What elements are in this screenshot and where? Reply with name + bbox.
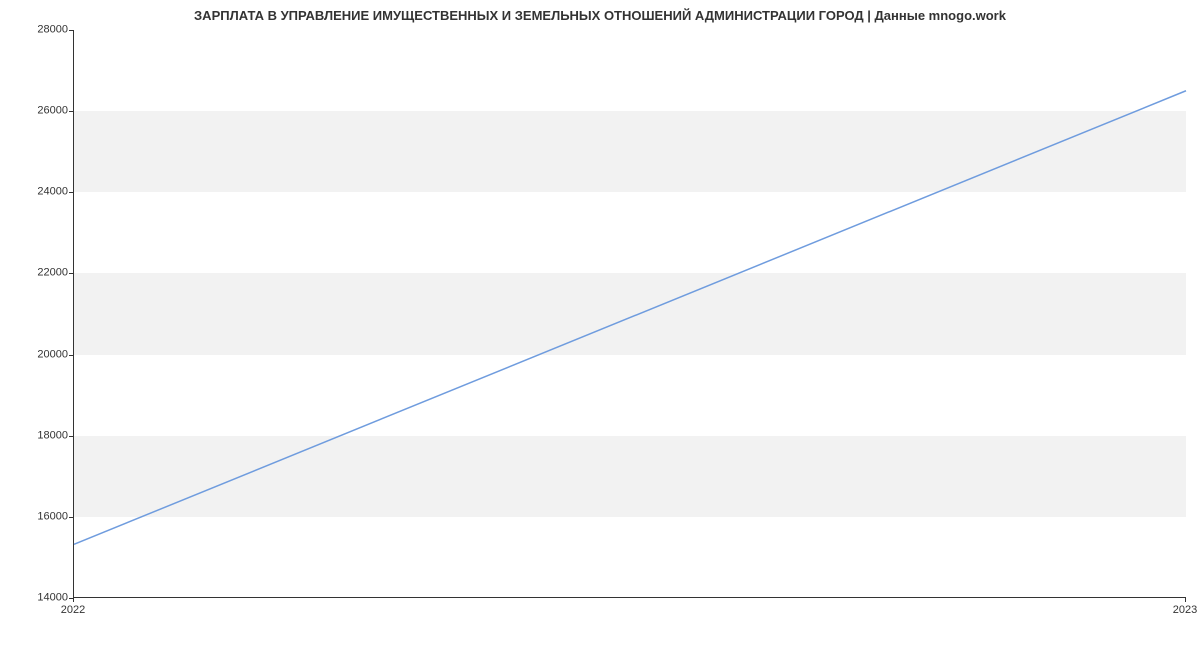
y-tick-label: 16000	[28, 511, 68, 522]
x-tick-label: 2022	[61, 604, 85, 616]
y-tick-label: 26000	[28, 106, 68, 117]
x-tick-label: 2023	[1173, 604, 1197, 616]
x-tick-mark	[73, 598, 74, 602]
y-tick-label: 14000	[28, 593, 68, 604]
y-tick-mark	[69, 436, 73, 437]
y-tick-mark	[69, 192, 73, 193]
plot-area	[73, 30, 1186, 598]
chart-title: ЗАРПЛАТА В УПРАВЛЕНИЕ ИМУЩЕСТВЕННЫХ И ЗЕ…	[0, 8, 1200, 23]
y-tick-label: 22000	[28, 268, 68, 279]
y-tick-label: 20000	[28, 349, 68, 360]
x-tick-mark	[1185, 598, 1186, 602]
y-tick-label: 24000	[28, 187, 68, 198]
y-tick-mark	[69, 517, 73, 518]
y-tick-label: 28000	[28, 25, 68, 36]
y-tick-mark	[69, 30, 73, 31]
y-tick-mark	[69, 355, 73, 356]
y-tick-mark	[69, 111, 73, 112]
y-tick-label: 18000	[28, 430, 68, 441]
data-line	[74, 30, 1186, 597]
salary-chart: ЗАРПЛАТА В УПРАВЛЕНИЕ ИМУЩЕСТВЕННЫХ И ЗЕ…	[0, 0, 1200, 650]
y-tick-mark	[69, 273, 73, 274]
